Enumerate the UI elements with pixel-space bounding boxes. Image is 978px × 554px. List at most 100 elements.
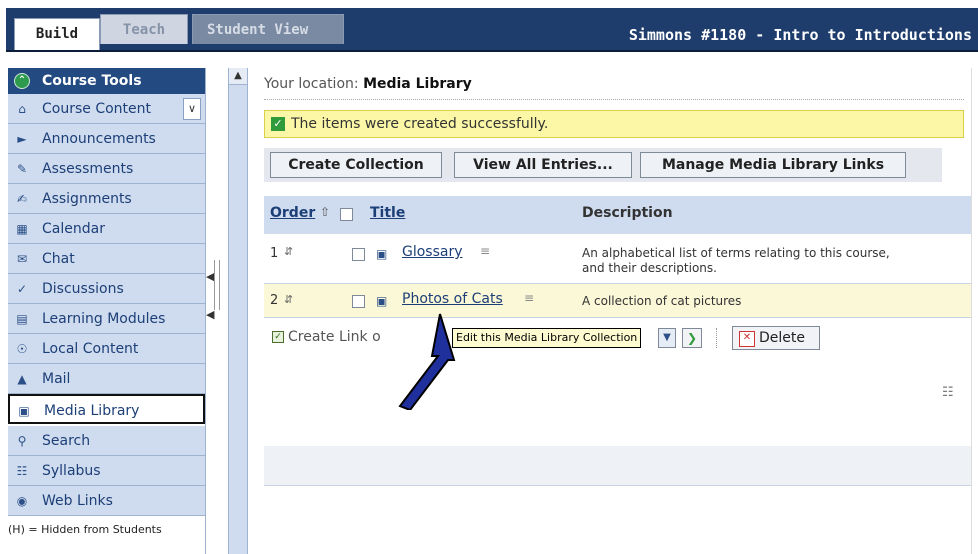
order-header[interactable]: Order <box>270 205 315 221</box>
reorder-icon[interactable]: ⇵ <box>284 292 298 308</box>
select-all-checkbox[interactable] <box>340 208 353 221</box>
course-tools-sidebar: ⌃ Course Tools ⌂ Course Content ∨ ► Anno… <box>8 68 206 554</box>
sidebar-item-calendar[interactable]: ▦ Calendar <box>8 214 205 244</box>
delete-button[interactable]: ✕ Delete <box>732 326 820 350</box>
row-order: 2 <box>270 293 279 308</box>
grip-icon <box>214 260 220 310</box>
view-all-entries-button[interactable]: View All Entries... <box>454 152 632 178</box>
collection-icon: ▣ <box>376 294 388 308</box>
row-description: A collection of cat pictures <box>582 294 742 308</box>
annotation-arrow <box>398 313 456 410</box>
description-header: Description <box>582 205 673 221</box>
megaphone-icon: ► <box>17 132 27 146</box>
assignment-icon: ✍ <box>16 192 28 206</box>
location-label: Your location: <box>264 76 359 92</box>
sidebar-item-mail[interactable]: ▲ Mail <box>8 364 205 394</box>
table-row: 1 ⇵ ▣ Glossary ≡ An alphabetical list of… <box>264 234 972 284</box>
sidebar-item-label: Web Links <box>42 493 113 509</box>
collection-title-link[interactable]: Glossary <box>402 244 463 260</box>
context-menu-icon[interactable]: ≡ <box>480 244 490 258</box>
home-icon: ⌂ <box>18 102 26 116</box>
sidebar-item-label: Announcements <box>42 131 156 147</box>
syllabus-icon: ☷ <box>16 464 28 478</box>
tab-teach[interactable]: Teach <box>100 14 188 44</box>
collection-title-link[interactable]: Photos of Cats <box>402 291 503 307</box>
assessment-icon: ✎ <box>16 162 28 176</box>
row-order: 1 <box>270 246 279 261</box>
sidebar-item-label: Assessments <box>42 161 134 177</box>
sidebar-item-syllabus[interactable]: ☷ Syllabus <box>8 456 205 486</box>
scroll-up-icon[interactable]: ▲ <box>229 68 247 85</box>
calendar-icon: ▦ <box>16 222 28 236</box>
page-scrollbar[interactable] <box>971 68 978 554</box>
local-content-icon: ☉ <box>16 342 28 356</box>
check-icon: ✓ <box>271 117 285 131</box>
chevron-down-icon[interactable]: ∨ <box>183 98 201 120</box>
sidebar-item-assignments[interactable]: ✍ Assignments <box>8 184 205 214</box>
arrow-shape <box>398 313 456 410</box>
sidebar-scrollbar[interactable]: ▲ <box>228 68 248 554</box>
sidebar-item-announcements[interactable]: ► Announcements <box>8 124 205 154</box>
breadcrumb: Your location: Media Library <box>264 76 472 92</box>
separator <box>716 328 717 348</box>
row-checkbox[interactable] <box>352 295 365 308</box>
delete-label: Delete <box>759 330 805 346</box>
bulk-action-bar: ✓ Create Link o Edit this Media Library … <box>264 318 972 358</box>
collapse-left-icon: ◀ <box>206 308 215 321</box>
link-checkbox-icon: ✓ <box>272 331 284 343</box>
course-title: Simmons #1180 - Intro to Introductions <box>628 26 972 44</box>
table-footer <box>264 446 972 486</box>
sidebar-item-label: Discussions <box>42 281 124 297</box>
divider <box>264 99 964 100</box>
sidebar-item-label: Media Library <box>44 403 140 419</box>
go-button[interactable]: ❯ <box>682 328 702 348</box>
context-menu-icon[interactable]: ≡ <box>524 291 534 305</box>
sidebar-item-web-links[interactable]: ◉ Web Links <box>8 486 205 516</box>
collapse-up-icon: ⌃ <box>14 73 30 89</box>
web-links-icon: ◉ <box>16 494 28 508</box>
sidebar-item-discussions[interactable]: ✓ Discussions <box>8 274 205 304</box>
sidebar-item-label: Mail <box>42 371 71 387</box>
tab-student-view[interactable]: Student View <box>192 14 344 44</box>
chat-icon: ✉ <box>16 252 28 266</box>
module-icon: ▤ <box>16 312 28 326</box>
sidebar-resize-handle[interactable]: ◀ ◀ <box>206 260 222 330</box>
table-header: Order ⇧ Title Description <box>264 196 972 235</box>
sidebar-item-label: Syllabus <box>42 463 101 479</box>
course-tools-label: Course Tools <box>42 73 142 89</box>
main-content: Your location: Media Library ✓ The items… <box>252 68 972 554</box>
sidebar-item-learning-modules[interactable]: ▤ Learning Modules <box>8 304 205 334</box>
table-row: 2 ⇵ ▣ Photos of Cats ≡ A collection of c… <box>264 284 972 318</box>
sidebar-item-media-library[interactable]: ▣ Media Library <box>8 394 205 424</box>
sidebar-item-assessments[interactable]: ✎ Assessments <box>8 154 205 184</box>
top-bar: Build Teach Student View Simmons #1180 -… <box>0 0 978 52</box>
action-bar: Create Collection View All Entries... Ma… <box>264 148 942 182</box>
success-banner: ✓ The items were created successfully. <box>264 110 964 138</box>
manage-links-button[interactable]: Manage Media Library Links <box>640 152 906 178</box>
sort-up-icon: ⇧ <box>320 205 331 219</box>
reorder-icon[interactable]: ⇵ <box>284 244 298 260</box>
sidebar-item-label: Search <box>42 433 91 449</box>
sidebar-item-course-content[interactable]: ⌂ Course Content ∨ <box>8 94 205 124</box>
dropdown-arrow-icon[interactable]: ▼ <box>658 328 676 348</box>
sidebar-item-label: Course Content <box>42 101 152 117</box>
create-collection-button[interactable]: Create Collection <box>270 152 442 178</box>
success-message: The items were created successfully. <box>291 116 549 132</box>
sidebar-item-chat[interactable]: ✉ Chat <box>8 244 205 274</box>
search-icon: ⚲ <box>17 434 27 448</box>
course-tools-header[interactable]: ⌃ Course Tools <box>8 68 205 94</box>
tab-build[interactable]: Build <box>14 18 100 50</box>
copy-icon[interactable]: ☷ <box>942 385 954 400</box>
sidebar-item-label: Calendar <box>42 221 105 237</box>
sidebar-item-label: Assignments <box>42 191 132 207</box>
title-header[interactable]: Title <box>370 205 405 221</box>
sidebar-item-search[interactable]: ⚲ Search <box>8 426 205 456</box>
sidebar-item-label: Chat <box>42 251 75 267</box>
sidebar-item-local-content[interactable]: ☉ Local Content <box>8 334 205 364</box>
hidden-legend: (H) = Hidden from Students <box>8 523 162 536</box>
sidebar-item-label: Learning Modules <box>42 311 166 327</box>
sidebar-item-label: Local Content <box>42 341 139 357</box>
row-checkbox[interactable] <box>352 248 365 261</box>
collection-icon: ▣ <box>376 247 388 261</box>
mail-icon: ▲ <box>17 372 27 386</box>
